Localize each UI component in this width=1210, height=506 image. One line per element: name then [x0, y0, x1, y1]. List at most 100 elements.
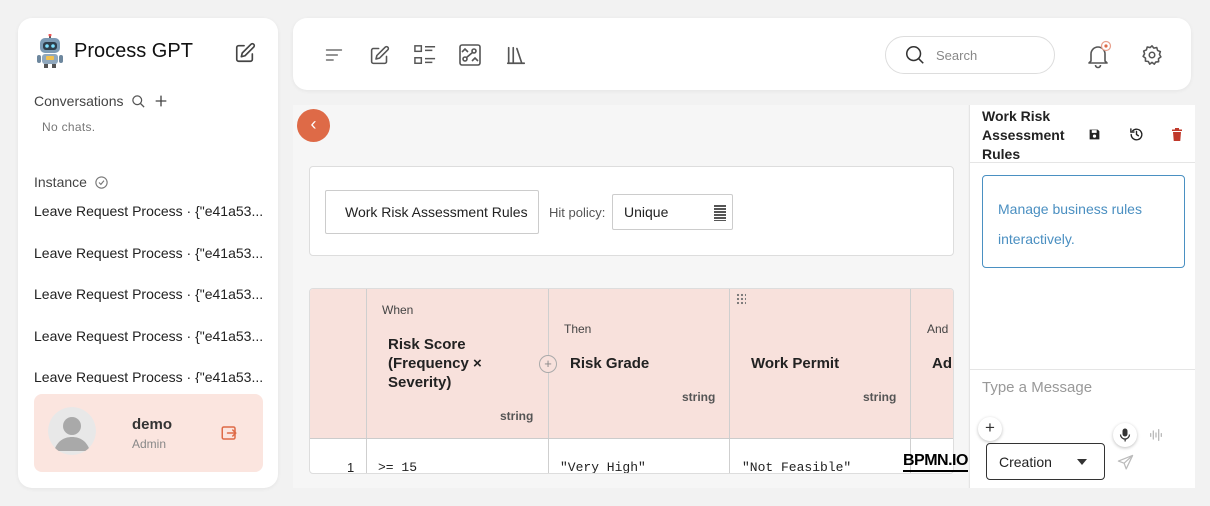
- send-icon: [1117, 454, 1133, 470]
- pencil-square-icon: [235, 42, 256, 63]
- row-divider: [310, 438, 953, 439]
- message-input[interactable]: [982, 379, 1182, 396]
- output-clause-label: And: [927, 322, 949, 336]
- audio-wave-icon: [1150, 429, 1162, 441]
- robot-logo: [37, 34, 63, 68]
- diagram-icon: [459, 44, 481, 66]
- drag-handle-icon[interactable]: [736, 293, 746, 305]
- table-cell[interactable]: "Not Feasible": [742, 460, 851, 473]
- send-button[interactable]: [1115, 452, 1135, 472]
- panel-divider: [970, 369, 1195, 370]
- avatar: [48, 407, 96, 455]
- notifications-button[interactable]: [1083, 40, 1113, 70]
- user-avatar-icon: [48, 407, 96, 455]
- history-button[interactable]: [1127, 125, 1145, 143]
- input-clause-label: When: [382, 303, 414, 317]
- settings-button[interactable]: [1139, 42, 1165, 68]
- collapse-button[interactable]: ‹: [297, 109, 330, 142]
- decision-name-field[interactable]: Work Risk Assessment Rules: [325, 190, 539, 234]
- top-bar: [293, 18, 1191, 90]
- add-column-button[interactable]: +: [539, 355, 557, 373]
- search-conversations-button[interactable]: [131, 94, 146, 109]
- no-chats-text: No chats.: [42, 120, 96, 134]
- user-name: demo: [132, 416, 173, 433]
- app-title: Process GPT: [74, 39, 193, 62]
- user-role: Admin: [132, 437, 167, 451]
- search-icon: [131, 94, 145, 108]
- brand: Process GPT: [34, 34, 193, 68]
- output-column-title[interactable]: Ad: [932, 354, 952, 373]
- save-button[interactable]: [1085, 125, 1103, 143]
- plus-icon: [155, 95, 166, 107]
- logout-icon: [221, 426, 237, 440]
- search-input[interactable]: [936, 47, 1036, 63]
- assistant-message: Manage business rules interactively.: [982, 175, 1185, 268]
- output-column-title[interactable]: Work Permit: [751, 354, 839, 373]
- dmn-editor: ‹ Work Risk Assessment Rules Hit policy:…: [293, 105, 968, 488]
- table-cell[interactable]: "Very High": [560, 460, 646, 473]
- conversations-header: Conversations: [34, 93, 169, 109]
- decision-header: Work Risk Assessment Rules Hit policy: U…: [309, 166, 954, 256]
- row-index: 1: [347, 460, 355, 474]
- instance-label: Instance: [34, 174, 87, 190]
- hit-policy-select[interactable]: Unique: [612, 194, 733, 230]
- history-icon: [1129, 127, 1142, 140]
- panel-divider: [970, 162, 1195, 163]
- add-conversation-button[interactable]: [153, 93, 169, 109]
- hit-policy-value: Unique: [624, 204, 669, 220]
- edit-button[interactable]: [366, 42, 392, 68]
- trash-icon: [1172, 127, 1182, 141]
- conversations-label: Conversations: [34, 93, 124, 109]
- column-divider: [366, 289, 367, 473]
- check-circle-icon: [95, 175, 108, 189]
- column-divider: [910, 289, 911, 473]
- diagram-button[interactable]: [457, 42, 483, 68]
- menu-button[interactable]: [321, 42, 347, 68]
- decision-table: When Risk Score (Frequency × Severity) s…: [309, 288, 954, 474]
- library-icon: [506, 46, 526, 65]
- instance-list: Leave Request Process · {"e41a53... Leav…: [34, 200, 270, 383]
- bell-icon: [1088, 40, 1112, 69]
- save-icon: [1089, 129, 1099, 139]
- new-chat-button[interactable]: [232, 40, 258, 66]
- microphone-icon: [1119, 428, 1131, 442]
- library-button[interactable]: [503, 42, 529, 68]
- mode-select[interactable]: Creation: [986, 443, 1105, 480]
- microphone-button[interactable]: [1113, 423, 1137, 447]
- voice-mode-button[interactable]: [1146, 425, 1166, 445]
- bpmn-io-logo[interactable]: BPMN.IO: [903, 451, 968, 472]
- output-clause-label: Then: [564, 322, 592, 336]
- search-icon: [905, 45, 924, 64]
- output-type-label: string: [863, 390, 897, 404]
- delete-button[interactable]: [1168, 125, 1186, 143]
- edit-icon: [370, 45, 389, 64]
- instance-item[interactable]: Leave Request Process · {"e41a53...: [34, 283, 270, 325]
- checklist-button[interactable]: [412, 42, 438, 68]
- input-type-label: string: [500, 409, 534, 423]
- attach-button[interactable]: +: [978, 417, 1002, 441]
- mode-value: Creation: [999, 453, 1052, 470]
- logout-button[interactable]: [218, 422, 240, 444]
- assistant-panel: Work Risk Assessment Rules Manage busine…: [969, 105, 1195, 488]
- user-card: demo Admin: [34, 394, 263, 472]
- input-column-title[interactable]: Risk Score (Frequency × Severity): [388, 335, 508, 392]
- gear-icon: [1142, 45, 1162, 65]
- instance-item[interactable]: Leave Request Process · {"e41a53...: [34, 200, 270, 242]
- caret-down-icon: [1077, 459, 1087, 465]
- instance-item[interactable]: Leave Request Process · {"e41a53...: [34, 366, 270, 383]
- menu-lines-icon: [325, 49, 343, 61]
- table-cell[interactable]: >= 15: [378, 460, 417, 473]
- output-column-title[interactable]: Risk Grade: [570, 354, 649, 373]
- instance-status-button[interactable]: [94, 175, 109, 190]
- output-type-label: string: [682, 390, 716, 404]
- dropdown-lines-icon: [714, 205, 726, 221]
- search-box[interactable]: [885, 36, 1055, 74]
- hit-policy-label: Hit policy:: [549, 205, 606, 220]
- instance-header: Instance: [34, 174, 109, 190]
- sidebar: Process GPT Conversations No chats. Inst…: [18, 18, 278, 488]
- checklist-icon: [414, 45, 436, 64]
- panel-title: Work Risk Assessment Rules: [982, 108, 1065, 162]
- column-divider: [548, 289, 549, 473]
- instance-item[interactable]: Leave Request Process · {"e41a53...: [34, 325, 270, 367]
- instance-item[interactable]: Leave Request Process · {"e41a53...: [34, 242, 270, 284]
